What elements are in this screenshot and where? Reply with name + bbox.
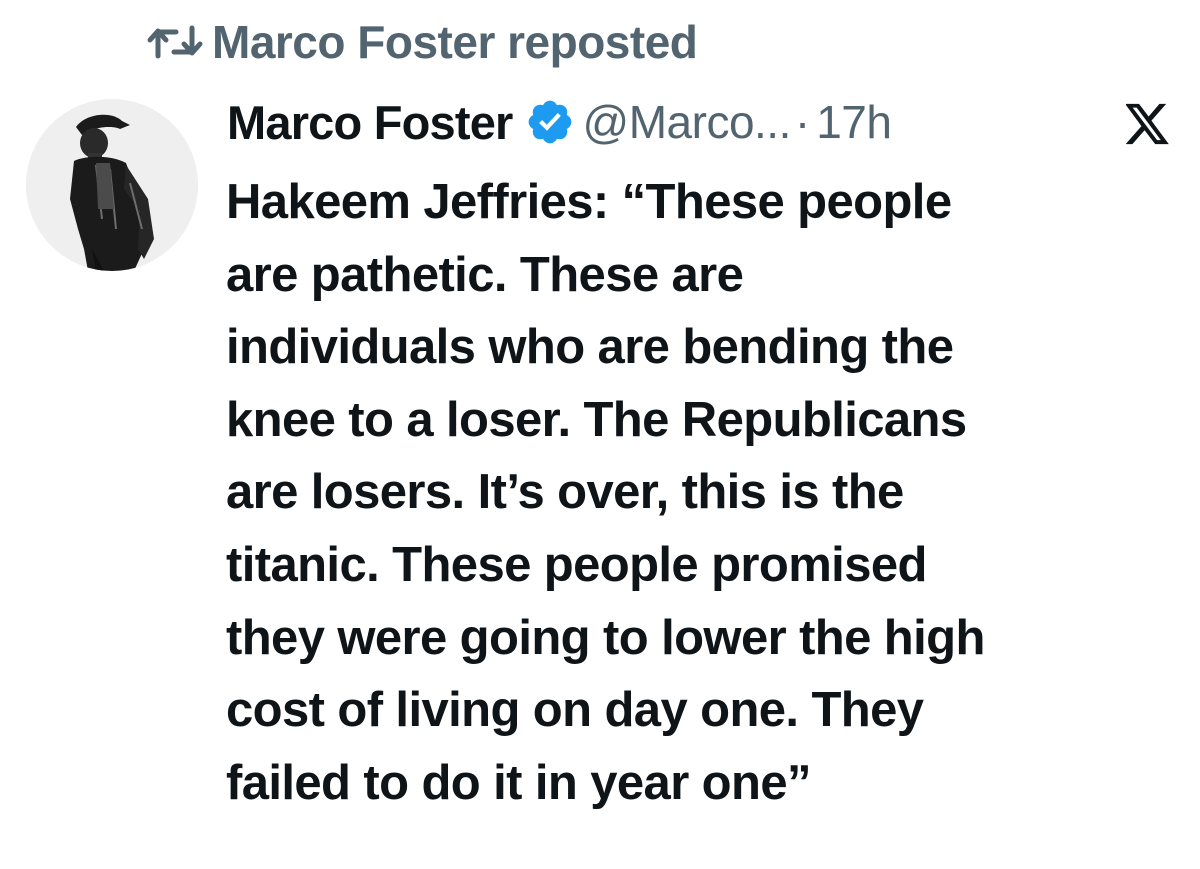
post-timestamp[interactable]: 17h [816,95,892,149]
post-text-line: failed to do it in year one” [226,755,811,810]
author-name[interactable]: Marco Foster [227,95,513,150]
post-text-line: knee to a loser. The Republicans [226,392,967,447]
x-logo-icon [1125,103,1170,145]
post-header: Marco Foster @Marco... · 17h [227,92,1187,152]
post-text: Hakeem Jeffries: “These people are pathe… [226,166,1186,819]
post-text-line: are losers. It’s over, this is the [226,465,904,520]
tweet-card[interactable]: Marco Foster reposted Marco Foster @Marc… [0,0,1200,869]
post-text-line: Hakeem Jeffries: “These people [226,175,952,229]
repost-indicator: Marco Foster reposted [146,14,698,70]
avatar[interactable] [26,99,198,271]
post-text-line: are pathetic. These are [226,247,744,302]
verified-badge-icon [525,97,575,147]
repost-label[interactable]: Marco Foster reposted [212,15,698,69]
post-text-line: cost of living on day one. They [226,683,924,738]
author-handle[interactable]: @Marco... [583,95,792,149]
post-text-line: titanic. These people promised [226,537,927,592]
header-separator: · [794,96,811,148]
repost-icon [146,22,212,62]
post-text-line: they were going to lower the high [226,610,985,665]
post-text-line: individuals who are bending the [226,320,954,375]
